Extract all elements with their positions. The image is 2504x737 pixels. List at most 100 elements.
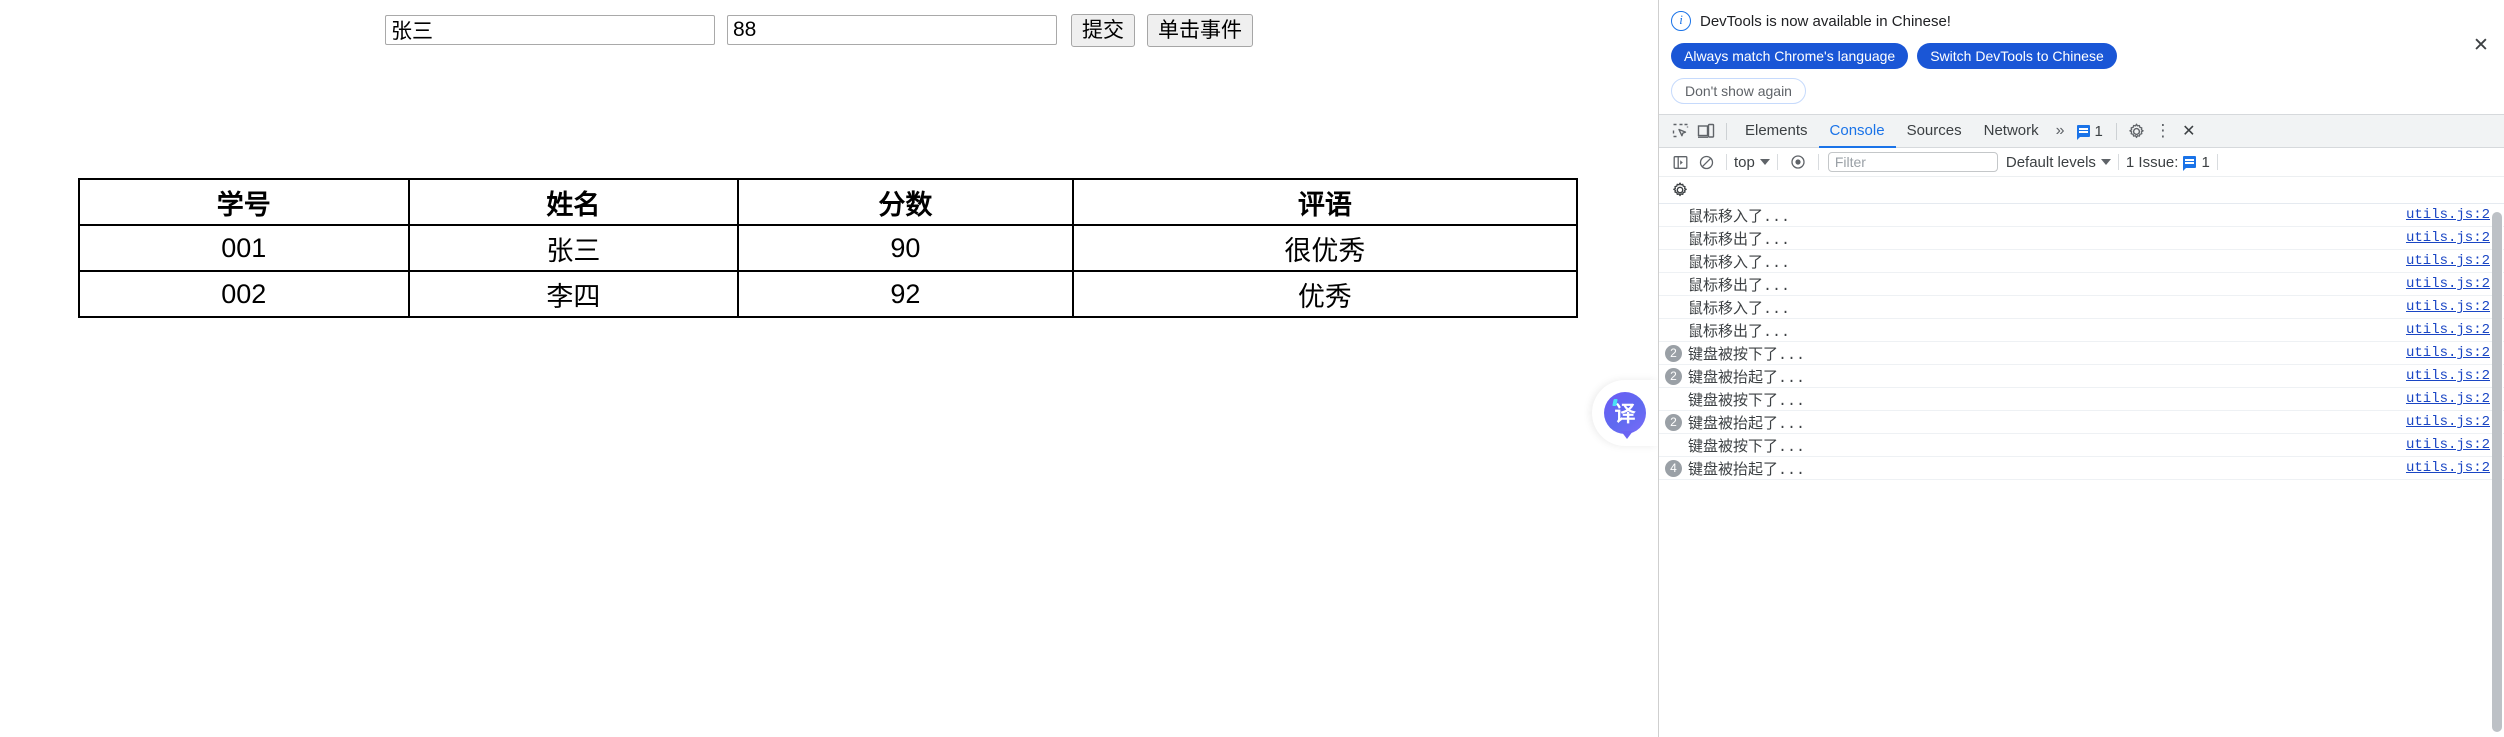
console-message-source-link[interactable]: utils.js:2 xyxy=(2406,230,2490,246)
console-message-source-link[interactable]: utils.js:2 xyxy=(2406,460,2490,476)
gear-icon[interactable] xyxy=(2124,118,2150,144)
console-message-count-badge xyxy=(1665,253,1682,270)
more-tabs-icon[interactable]: » xyxy=(2050,122,2071,140)
execution-context-label: top xyxy=(1734,153,1755,171)
console-scrollbar-thumb[interactable] xyxy=(2492,212,2502,732)
console-message-row[interactable]: 键盘被按下了... utils.js:2 xyxy=(1659,434,2504,457)
console-message-text: 鼠标移出了... xyxy=(1688,231,1791,249)
message-count-badge[interactable]: 1 xyxy=(2071,123,2109,140)
always-match-chrome-language-button[interactable]: Always match Chrome's language xyxy=(1671,43,1909,69)
issues-icon xyxy=(2183,156,2197,171)
console-message-row[interactable]: 鼠标移出了... utils.js:2 xyxy=(1659,227,2504,250)
console-message-text: 鼠标移出了... xyxy=(1688,277,1791,295)
console-message-text: 键盘被抬起了... xyxy=(1688,415,1806,433)
console-sidebar-toggle-icon[interactable] xyxy=(1667,149,1693,175)
score-input[interactable] xyxy=(727,15,1057,45)
toolbar-divider xyxy=(1817,154,1819,170)
console-message-count-badge xyxy=(1665,391,1682,408)
table-cell: 优秀 xyxy=(1071,270,1579,318)
console-message-list[interactable]: 鼠标移入了... utils.js:2 鼠标移出了... utils.js:2 鼠标移入… xyxy=(1659,204,2504,737)
console-message-source-link[interactable]: utils.js:2 xyxy=(2406,253,2490,269)
console-message-source-link[interactable]: utils.js:2 xyxy=(2406,345,2490,361)
console-message-row[interactable]: 2 键盘被抬起了... utils.js:2 xyxy=(1659,365,2504,388)
live-expression-eye-icon[interactable] xyxy=(1785,149,1811,175)
console-message-source-link[interactable]: utils.js:2 xyxy=(2406,414,2490,430)
toolbar-divider xyxy=(2216,154,2218,170)
console-settings-row xyxy=(1659,177,2504,204)
console-message-source-link[interactable]: utils.js:2 xyxy=(2406,322,2490,338)
table-row: 002 李四 92 优秀 xyxy=(78,270,1579,318)
tab-console[interactable]: Console xyxy=(1819,114,1896,148)
device-toolbar-icon[interactable] xyxy=(1693,118,1719,144)
switch-devtools-to-chinese-button[interactable]: Switch DevTools to Chinese xyxy=(1917,43,2117,69)
inspect-element-icon[interactable] xyxy=(1667,118,1693,144)
tab-network[interactable]: Network xyxy=(1973,114,2050,148)
console-message-row[interactable]: 键盘被按下了... utils.js:2 xyxy=(1659,388,2504,411)
console-message-row[interactable]: 2 键盘被抬起了... utils.js:2 xyxy=(1659,411,2504,434)
chevron-down-icon xyxy=(2100,159,2111,165)
translate-glyph: 译 xyxy=(1614,403,1636,426)
console-scrollbar[interactable] xyxy=(2492,208,2503,737)
click-event-button[interactable]: 单击事件 xyxy=(1147,13,1253,47)
console-toolbar: top Default levels 1 Issue: 1 xyxy=(1659,148,2504,177)
console-message-text: 鼠标移入了... xyxy=(1688,300,1791,318)
console-message-source-link[interactable]: utils.js:2 xyxy=(2406,276,2490,292)
banner-action-row: Always match Chrome's language Switch De… xyxy=(1671,43,2492,69)
console-message-count-badge xyxy=(1665,322,1682,339)
console-message-count-badge xyxy=(1665,230,1682,247)
devtools-language-banner: i DevTools is now available in Chinese! … xyxy=(1659,0,2504,114)
chevron-down-icon xyxy=(1759,159,1770,165)
console-message-count-badge: 2 xyxy=(1665,367,1682,385)
translate-widget-button[interactable]: 译 xyxy=(1592,380,1658,446)
console-message-row[interactable]: 鼠标移入了... utils.js:2 xyxy=(1659,296,2504,319)
tab-sources[interactable]: Sources xyxy=(1896,114,1973,148)
more-options-icon[interactable]: ⋮ xyxy=(2150,118,2176,144)
execution-context-selector[interactable]: top xyxy=(1734,154,1770,171)
clear-console-icon[interactable] xyxy=(1693,149,1719,175)
message-icon xyxy=(2076,125,2090,140)
dont-show-again-button[interactable]: Don't show again xyxy=(1671,78,1806,104)
console-message-row[interactable]: 4 键盘被抬起了... utils.js:2 xyxy=(1659,457,2504,480)
console-message-source-link[interactable]: utils.js:2 xyxy=(2406,368,2490,384)
console-settings-gear-icon[interactable] xyxy=(1667,177,1693,203)
console-message-row[interactable]: 鼠标移出了... utils.js:2 xyxy=(1659,319,2504,342)
devtools-tabbar: Elements Console Sources Network » 1 ⋮ ✕ xyxy=(1659,114,2504,148)
console-message-source-link[interactable]: utils.js:2 xyxy=(2406,437,2490,453)
console-message-text: 鼠标移入了... xyxy=(1688,254,1791,272)
console-message-count-badge xyxy=(1665,299,1682,316)
console-message-source-link[interactable]: utils.js:2 xyxy=(2406,391,2490,407)
table-cell: 很优秀 xyxy=(1071,224,1579,272)
console-message-source-link[interactable]: utils.js:2 xyxy=(2406,207,2490,223)
filter-input[interactable] xyxy=(1827,152,1998,172)
console-message-text: 键盘被抬起了... xyxy=(1688,369,1806,387)
table-header-cell: 姓名 xyxy=(407,178,740,226)
console-message-row[interactable]: 2 键盘被按下了... utils.js:2 xyxy=(1659,342,2504,365)
log-levels-selector[interactable]: Default levels xyxy=(2006,154,2111,171)
console-message-row[interactable]: 鼠标移出了... utils.js:2 xyxy=(1659,273,2504,296)
console-message-text: 鼠标移出了... xyxy=(1688,323,1791,341)
console-message-source-link[interactable]: utils.js:2 xyxy=(2406,299,2490,315)
console-message-row[interactable]: 鼠标移入了... utils.js:2 xyxy=(1659,204,2504,227)
console-message-count-badge: 2 xyxy=(1665,344,1682,362)
console-message-text: 鼠标移入了... xyxy=(1688,208,1791,226)
console-message-count-badge xyxy=(1665,276,1682,293)
submit-button[interactable]: 提交 xyxy=(1071,13,1135,47)
name-input[interactable] xyxy=(385,15,715,45)
log-levels-label: Default levels xyxy=(2005,153,2096,171)
close-icon[interactable]: ✕ xyxy=(2470,36,2492,58)
console-message-row[interactable]: 鼠标移入了... utils.js:2 xyxy=(1659,250,2504,273)
info-icon: i xyxy=(1671,11,1691,31)
banner-message-row: i DevTools is now available in Chinese! xyxy=(1671,8,2492,34)
table-header-row: 学号 姓名 分数 评语 xyxy=(78,178,1579,226)
table-cell: 002 xyxy=(78,270,410,318)
close-devtools-icon[interactable]: ✕ xyxy=(2176,118,2202,144)
web-page-content: 提交 单击事件 学号 姓名 分数 评语 001 张三 90 很优 xyxy=(0,0,1658,737)
tab-elements[interactable]: Elements xyxy=(1734,114,1819,148)
translate-icon: 译 xyxy=(1604,392,1646,439)
table-cell: 李四 xyxy=(407,270,740,318)
score-table: 学号 姓名 分数 评语 001 张三 90 很优秀 002 李四 92 优秀 xyxy=(78,178,1579,318)
table-header-cell: 分数 xyxy=(737,178,1074,226)
banner-message: DevTools is now available in Chinese! xyxy=(1700,12,1951,30)
toolbar-divider xyxy=(2117,154,2119,170)
issues-indicator[interactable]: 1 Issue: 1 xyxy=(2126,154,2210,171)
